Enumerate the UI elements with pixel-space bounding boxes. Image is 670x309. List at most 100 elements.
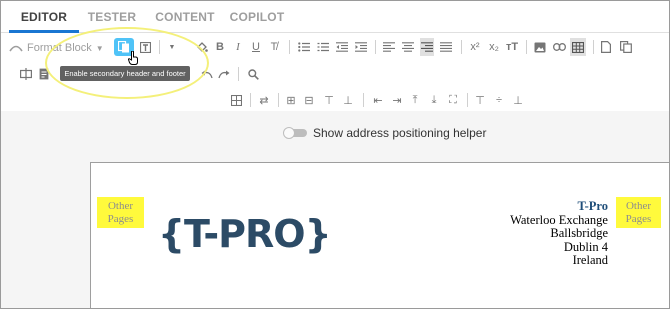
merge-up-icon: ⤒ <box>412 93 418 106</box>
merge-down-icon: ⤓ <box>431 93 437 106</box>
find-button[interactable] <box>246 65 260 83</box>
italic-button[interactable]: I <box>231 38 245 56</box>
address-line: Ballsbridge <box>550 226 608 240</box>
table-grid-icon <box>230 94 242 106</box>
valign-bottom-icon: ⊥ <box>513 94 523 107</box>
delete-column-button[interactable]: ⊟ <box>302 91 316 109</box>
copy-page-button[interactable] <box>618 38 634 56</box>
valign-bottom-button[interactable]: ⊥ <box>511 91 525 109</box>
company-address: T-Pro Waterloo Exchange Ballsbridge Dubl… <box>510 199 608 268</box>
annotation-highlight-ellipse <box>45 27 209 99</box>
tab-content[interactable]: CONTENT <box>151 1 219 33</box>
column-delete-icon: ⊟ <box>304 94 314 107</box>
swap-columns-button[interactable]: ⇄ <box>257 91 271 109</box>
toolbar-separator <box>278 93 279 107</box>
toolbar-separator <box>289 40 290 54</box>
toolbar-separator <box>467 93 468 107</box>
insert-column-after-button[interactable]: ⊞ <box>284 91 298 109</box>
tab-editor[interactable]: EDITOR <box>9 1 79 33</box>
align-justify-icon <box>440 42 452 52</box>
address-company: T-Pro <box>577 199 608 213</box>
toggle-thumb <box>283 127 295 139</box>
bold-icon: B <box>216 41 224 53</box>
merge-down-button[interactable]: ⤓ <box>427 91 441 109</box>
superscript-button[interactable]: x² <box>468 38 482 56</box>
address-line: Dublin 4 <box>563 239 608 254</box>
outdent-button[interactable] <box>335 38 349 56</box>
superscript-icon: x² <box>470 41 480 53</box>
address-helper-toggle[interactable] <box>283 127 307 139</box>
clear-format-icon: T̸ <box>270 41 278 53</box>
merge-up-button[interactable]: ⤒ <box>408 91 422 109</box>
align-center-button[interactable] <box>401 38 415 56</box>
split-cell-button[interactable]: ⛶ <box>446 91 460 109</box>
bullet-list-icon <box>298 42 310 52</box>
other-pages-right-text: Other Pages <box>625 200 652 225</box>
row-add-icon: ⊤ <box>324 94 334 107</box>
other-pages-left-block[interactable]: Other Pages <box>97 197 144 228</box>
merge-left-icon: ⇤ <box>373 94 383 107</box>
align-right-button[interactable] <box>420 38 434 56</box>
italic-icon: I <box>236 41 240 53</box>
delete-row-button[interactable]: ⊥ <box>341 91 355 109</box>
align-center-icon <box>402 42 414 52</box>
valign-top-button[interactable]: ⊤ <box>473 91 487 109</box>
font-size-button[interactable]: тT <box>505 38 519 56</box>
justify-button[interactable] <box>439 38 453 56</box>
tab-copilot[interactable]: COPILOT <box>225 1 289 33</box>
insert-image-button[interactable] <box>533 38 547 56</box>
redo-icon <box>218 70 230 78</box>
table-properties-button[interactable] <box>229 91 243 109</box>
indent-button[interactable] <box>354 38 368 56</box>
swap-icon: ⇄ <box>259 94 269 107</box>
bulleted-list-button[interactable] <box>297 38 311 56</box>
link-icon <box>552 43 566 51</box>
bold-button[interactable]: B <box>213 38 227 56</box>
toolbar-separator <box>375 40 376 54</box>
address-helper-toggle-row: Show address positioning helper <box>283 126 486 140</box>
page-icon <box>601 41 611 53</box>
underline-button[interactable]: U <box>249 38 263 56</box>
align-left-button[interactable] <box>382 38 396 56</box>
copy-icon <box>620 41 632 53</box>
address-line: Waterloo Exchange <box>510 212 608 227</box>
outdent-icon <box>336 42 348 52</box>
column-add-icon: ⊞ <box>286 94 296 107</box>
insert-field-button[interactable] <box>19 65 33 83</box>
company-logo: {T-PRO} <box>158 212 332 256</box>
subscript-icon: x₂ <box>489 41 499 53</box>
insert-table-button[interactable] <box>570 38 586 56</box>
hand-cursor-icon <box>128 51 138 65</box>
split-cell-icon: ⛶ <box>449 93 457 106</box>
insert-row-button[interactable]: ⊤ <box>322 91 336 109</box>
toolbar-separator <box>593 40 594 54</box>
image-icon <box>534 42 546 52</box>
toolbar-separator <box>238 67 239 81</box>
valign-middle-button[interactable]: ÷ <box>492 91 506 109</box>
insert-link-button[interactable] <box>552 38 566 56</box>
indent-icon <box>355 42 367 52</box>
underline-icon: U <box>252 41 260 53</box>
other-pages-right-block[interactable]: Other Pages <box>616 197 661 228</box>
row-delete-icon: ⊥ <box>343 94 353 107</box>
merge-left-button[interactable]: ⇤ <box>371 91 385 109</box>
field-icon <box>20 68 32 80</box>
subscript-button[interactable]: x₂ <box>487 38 501 56</box>
text-size-icon: тT <box>505 41 519 53</box>
merge-right-icon: ⇥ <box>392 94 402 107</box>
new-page-button[interactable] <box>599 38 613 56</box>
app-window: EDITOR TESTER CONTENT COPILOT Format Blo… <box>0 0 670 309</box>
valign-top-icon: ⊤ <box>475 94 485 107</box>
format-block-icon <box>9 45 23 52</box>
numbered-list-icon <box>317 42 329 52</box>
redo-button[interactable] <box>217 65 231 83</box>
numbered-list-button[interactable] <box>316 38 330 56</box>
search-icon <box>247 68 259 80</box>
toolbar-separator <box>363 93 364 107</box>
merge-right-button[interactable]: ⇥ <box>390 91 404 109</box>
clear-format-button[interactable]: T̸ <box>267 38 281 56</box>
table-icon <box>572 41 584 53</box>
align-left-icon <box>383 42 395 52</box>
address-line: Ireland <box>572 253 608 267</box>
valign-middle-icon: ÷ <box>495 94 503 106</box>
